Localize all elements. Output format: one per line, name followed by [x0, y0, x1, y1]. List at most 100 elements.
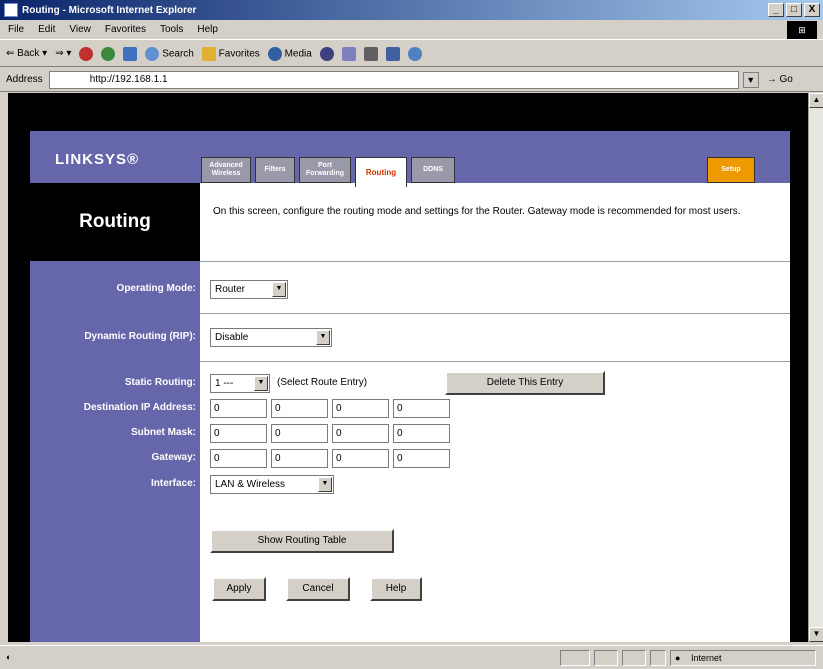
interface-select[interactable]: LAN & Wireless ▼ — [210, 475, 334, 494]
destination-ip-octet-3[interactable]: 0 — [332, 399, 389, 418]
delete-entry-button[interactable]: Delete This Entry — [445, 371, 605, 395]
status-bar: ◐ ● Internet — [0, 645, 823, 669]
tab-filters[interactable]: Filters — [255, 157, 295, 183]
chevron-down-icon: ▼ — [272, 282, 286, 297]
zone-label: Internet — [691, 653, 722, 663]
linksys-logo: LINKSYS® — [55, 151, 140, 168]
show-routing-table-button[interactable]: Show Routing Table — [210, 529, 394, 553]
edit-icon[interactable] — [385, 46, 400, 61]
page-viewport: LINKSYS® Advanced Wireless Filters Port … — [8, 93, 816, 642]
vertical-scrollbar[interactable]: ▲ ▼ — [808, 93, 823, 642]
tab-advanced-wireless[interactable]: Advanced Wireless — [201, 157, 251, 183]
address-input[interactable]: http://192.168.1.1 — [48, 70, 739, 89]
apply-button[interactable]: Apply — [212, 577, 266, 601]
search-button[interactable]: Search — [145, 46, 194, 61]
search-label: Search — [162, 48, 194, 60]
scroll-down-icon[interactable]: ▼ — [809, 627, 823, 642]
subnet-mask-octet-2[interactable]: 0 — [271, 424, 328, 443]
menu-view[interactable]: View — [69, 24, 91, 35]
minimize-button[interactable]: _ — [768, 3, 784, 17]
tab-port-forwarding[interactable]: Port Forwarding — [299, 157, 351, 183]
menu-edit[interactable]: Edit — [38, 24, 55, 35]
maximize-button[interactable]: □ — [786, 3, 802, 17]
globe-icon: ● — [675, 653, 681, 663]
tab-ddns[interactable]: DDNS — [411, 157, 455, 183]
address-label: Address — [6, 74, 43, 85]
help-button[interactable]: Help — [370, 577, 422, 601]
divider — [200, 261, 790, 262]
back-button[interactable]: ⇐ Back ▾ — [6, 48, 47, 59]
operating-mode-label: Operating Mode: — [116, 283, 196, 294]
menu-help[interactable]: Help — [197, 24, 218, 35]
interface-label: Interface: — [150, 478, 196, 489]
windows-logo-icon: ⊞ — [787, 21, 817, 39]
favorites-button[interactable]: Favorites — [201, 46, 260, 61]
media-icon — [267, 46, 282, 61]
menu-favorites[interactable]: Favorites — [105, 24, 146, 35]
static-routing-value: 1 --- — [215, 378, 234, 389]
gateway-octet-2[interactable]: 0 — [271, 449, 328, 468]
chevron-down-icon: ▼ — [316, 330, 330, 345]
media-button[interactable]: Media — [267, 46, 312, 61]
divider — [200, 313, 790, 314]
select-route-hint: (Select Route Entry) — [277, 377, 368, 388]
menu-tools[interactable]: Tools — [160, 24, 183, 35]
chevron-down-icon: ▼ — [254, 376, 268, 391]
mail-icon[interactable] — [341, 46, 356, 61]
destination-ip-octet-4[interactable]: 0 — [393, 399, 450, 418]
cancel-button[interactable]: Cancel — [286, 577, 350, 601]
scroll-up-icon[interactable]: ▲ — [809, 93, 823, 108]
home-icon[interactable] — [123, 46, 138, 61]
interface-value: LAN & Wireless — [215, 479, 286, 490]
menu-file[interactable]: File — [8, 24, 24, 35]
tab-setup[interactable]: Setup — [707, 157, 755, 183]
subnet-mask-octet-1[interactable]: 0 — [210, 424, 267, 443]
go-label: Go — [779, 74, 793, 85]
go-button[interactable]: → Go — [767, 74, 793, 85]
close-button[interactable]: X — [804, 3, 820, 17]
operating-mode-value: Router — [215, 284, 246, 295]
gateway-octet-1[interactable]: 0 — [210, 449, 267, 468]
chevron-down-icon: ▼ — [318, 477, 332, 492]
page-status-icon: ◐ — [6, 652, 12, 662]
gateway-octet-4[interactable]: 0 — [393, 449, 450, 468]
divider — [200, 361, 790, 362]
history-icon[interactable] — [319, 46, 334, 61]
ie-icon — [4, 3, 18, 17]
browser-toolbar: ⇐ Back ▾ ⇒ ▾ Search Favorites Media — [0, 41, 823, 67]
status-cell — [622, 650, 646, 666]
address-bar: Address http://192.168.1.1 ▼ → Go — [0, 68, 823, 92]
forward-button[interactable]: ⇒ ▾ — [55, 48, 71, 59]
page-description: On this screen, configure the routing mo… — [213, 206, 741, 217]
dynamic-routing-select[interactable]: Disable ▼ — [210, 328, 332, 347]
destination-ip-octet-2[interactable]: 0 — [271, 399, 328, 418]
status-cell — [594, 650, 618, 666]
static-routing-select[interactable]: 1 --- ▼ — [210, 374, 270, 393]
messenger-icon[interactable] — [407, 46, 422, 61]
window-title: Routing - Microsoft Internet Explorer — [22, 4, 197, 16]
back-label: Back — [17, 48, 40, 59]
stop-icon[interactable] — [79, 46, 94, 61]
print-icon[interactable] — [363, 46, 378, 61]
operating-mode-select[interactable]: Router ▼ — [210, 280, 288, 299]
window-controls: _ □ X — [768, 3, 820, 17]
window-titlebar: Routing - Microsoft Internet Explorer _ … — [0, 0, 823, 20]
favorites-icon — [201, 46, 216, 61]
url-text: http://192.168.1.1 — [89, 73, 168, 85]
router-panel: LINKSYS® Advanced Wireless Filters Port … — [30, 131, 790, 642]
destination-ip-octet-1[interactable]: 0 — [210, 399, 267, 418]
refresh-icon[interactable] — [101, 46, 116, 61]
dynamic-routing-value: Disable — [215, 332, 249, 343]
destination-ip-label: Destination IP Address: — [83, 402, 196, 413]
favorites-label: Favorites — [218, 48, 260, 60]
page-title: Routing — [30, 183, 200, 261]
tab-strip: Advanced Wireless Filters Port Forwardin… — [201, 157, 761, 187]
subnet-mask-octet-3[interactable]: 0 — [332, 424, 389, 443]
menu-bar: File Edit View Favorites Tools Help ⊞ — [0, 20, 823, 40]
status-cell — [650, 650, 666, 666]
address-dropdown-icon[interactable]: ▼ — [742, 71, 759, 88]
gateway-octet-3[interactable]: 0 — [332, 449, 389, 468]
search-icon — [145, 46, 160, 61]
status-cell — [560, 650, 590, 666]
subnet-mask-octet-4[interactable]: 0 — [393, 424, 450, 443]
